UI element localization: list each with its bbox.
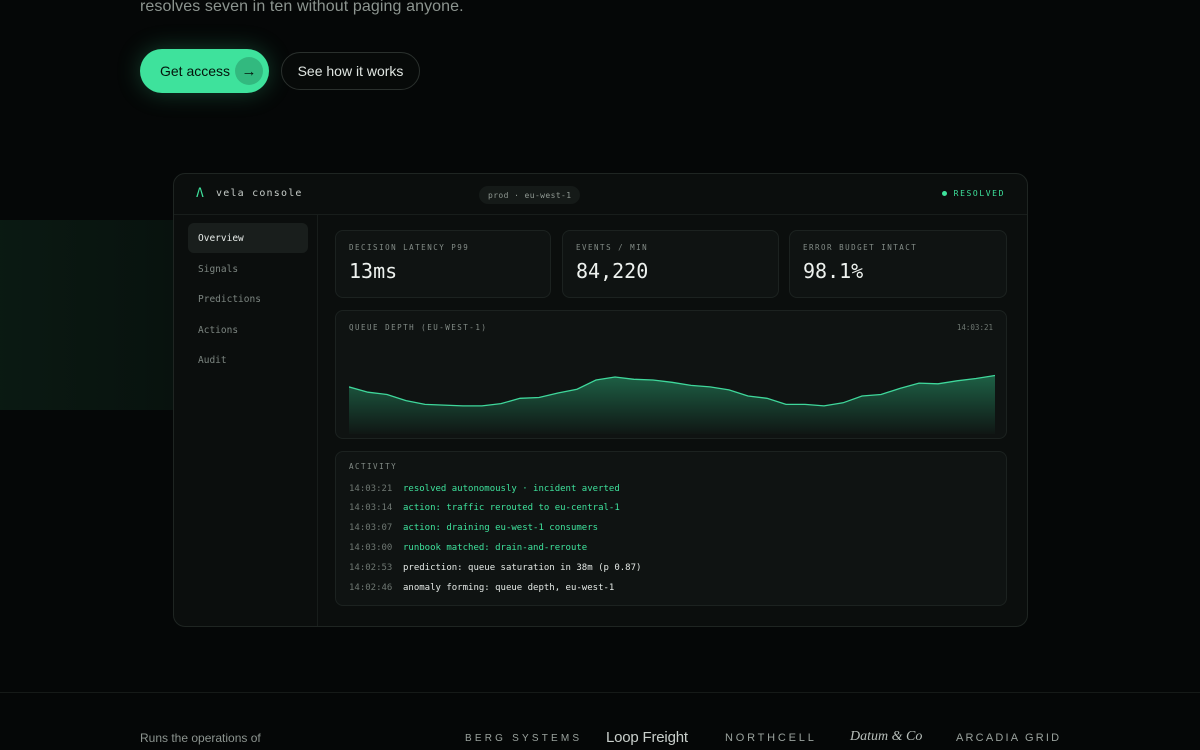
activity-row: 14:03:00 runbook matched: drain-and-rero…	[349, 543, 587, 553]
brand-logo-datum-co: Datum & Co	[850, 729, 923, 744]
hero-subtitle: resolves seven in ten without paging any…	[140, 0, 464, 15]
footer-divider	[0, 692, 1200, 693]
activity-text: anomaly forming: queue depth, eu-west-1	[403, 583, 615, 593]
sidebar-item-audit[interactable]: Audit	[188, 345, 308, 375]
sidebar-item-signals[interactable]: Signals	[188, 254, 308, 284]
queue-depth-chart-card: QUEUE DEPTH (EU-WEST-1) 14:03:21	[335, 310, 1007, 439]
stat-value: 84,220	[576, 259, 649, 283]
console-preview: Λ vela console prod · eu-west-1 RESOLVED…	[173, 173, 1028, 627]
activity-card: ACTIVITY 14:03:21 resolved autonomously …	[335, 451, 1007, 606]
stat-value: 98.1%	[803, 259, 864, 283]
vela-logo-icon: Λ	[196, 186, 204, 201]
console-sidebar: Overview Signals Predictions Actions Aud…	[174, 215, 318, 626]
brand-logo-northcell: NORTHCELL	[725, 732, 817, 744]
status-dot-icon	[941, 191, 947, 196]
activity-time: 14:02:53	[349, 563, 393, 573]
brand-logo-arcadia-grid: ARCADIA GRID	[956, 732, 1062, 744]
activity-text: prediction: queue saturation in 38m (p 0…	[403, 563, 642, 573]
arrow-right-icon: →	[235, 57, 263, 85]
activity-row: 14:02:53 prediction: queue saturation in…	[349, 563, 641, 573]
activity-text: resolved autonomously · incident averted	[403, 484, 620, 494]
activity-text: action: traffic rerouted to eu-central-1	[403, 503, 620, 513]
activity-text: action: draining eu-west-1 consumers	[403, 523, 599, 533]
activity-time: 14:03:07	[349, 523, 393, 533]
activity-row: 14:03:14 action: traffic rerouted to eu-…	[349, 503, 620, 513]
stat-card-error-budget: ERROR BUDGET INTACT 98.1%	[789, 230, 1007, 298]
brand-logo-berg-systems: BERG SYSTEMS	[465, 733, 583, 744]
environment-badge[interactable]: prod · eu-west-1	[479, 186, 581, 204]
activity-text: runbook matched: drain-and-reroute	[403, 543, 588, 553]
customers-label: Runs the operations of	[140, 731, 261, 745]
console-header: Λ vela console prod · eu-west-1 RESOLVED	[174, 174, 1027, 215]
activity-row: 14:02:46 anomaly forming: queue depth, e…	[349, 583, 614, 593]
chart-timestamp: 14:03:21	[956, 323, 993, 332]
stat-card-latency: DECISION LATENCY P99 13ms	[335, 230, 551, 298]
stat-label: ERROR BUDGET INTACT	[803, 243, 918, 252]
activity-time: 14:03:21	[349, 484, 393, 494]
queue-depth-chart	[349, 374, 995, 434]
status-label: RESOLVED	[953, 189, 1005, 198]
stat-value: 13ms	[349, 259, 398, 283]
stat-card-events: EVENTS / MIN 84,220	[562, 230, 779, 298]
activity-row: 14:03:07 action: draining eu-west-1 cons…	[349, 523, 598, 533]
see-how-it-works-button[interactable]: See how it works	[281, 52, 420, 90]
get-access-button[interactable]: Get access →	[140, 49, 269, 93]
brand-logo-loop-freight: Loop Freight	[606, 729, 688, 746]
stat-label: DECISION LATENCY P99	[349, 243, 470, 252]
status-badge: RESOLVED	[941, 189, 1005, 198]
activity-time: 14:02:46	[349, 583, 393, 593]
console-title: vela console	[216, 188, 303, 199]
activity-title: ACTIVITY	[349, 462, 398, 471]
activity-time: 14:03:00	[349, 543, 393, 553]
sidebar-item-actions[interactable]: Actions	[188, 315, 308, 345]
chart-title: QUEUE DEPTH (EU-WEST-1)	[349, 323, 488, 332]
sidebar-item-predictions[interactable]: Predictions	[188, 284, 308, 314]
stat-label: EVENTS / MIN	[576, 243, 649, 252]
activity-time: 14:03:14	[349, 503, 393, 513]
activity-row: 14:03:21 resolved autonomously · inciden…	[349, 484, 620, 494]
sidebar-item-overview[interactable]: Overview	[188, 223, 308, 253]
get-access-label: Get access	[160, 63, 231, 79]
